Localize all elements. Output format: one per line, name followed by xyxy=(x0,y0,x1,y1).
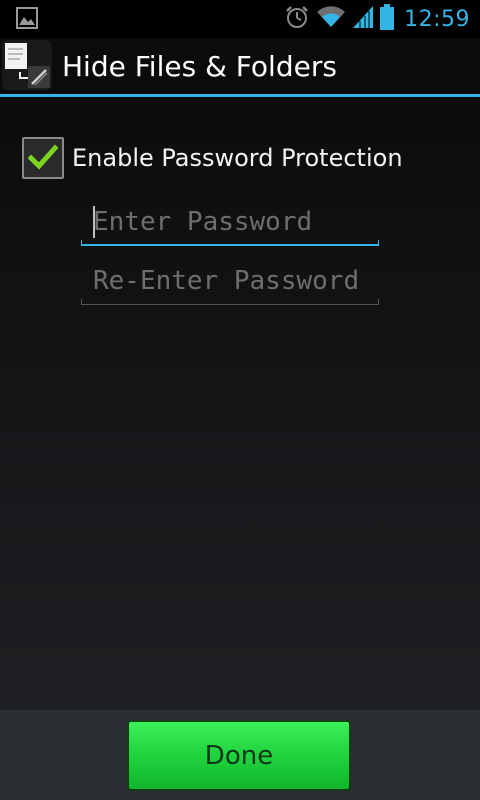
reenter-password-input[interactable] xyxy=(81,261,379,301)
alarm-icon xyxy=(284,4,310,34)
status-bar: 12:59 xyxy=(0,0,480,38)
status-time: 12:59 xyxy=(404,6,470,32)
password-underline xyxy=(81,244,379,246)
text-cursor xyxy=(93,206,95,238)
screen: 12:59 Hide Files & Folders Enable Passwo… xyxy=(0,0,480,800)
checkbox-label: Enable Password Protection xyxy=(72,144,403,172)
wifi-icon xyxy=(316,5,346,33)
action-bar-divider xyxy=(0,94,480,97)
checkmark-icon xyxy=(28,144,58,170)
app-icon[interactable] xyxy=(2,40,52,90)
app-title: Hide Files & Folders xyxy=(62,50,337,83)
battery-icon xyxy=(380,4,395,34)
password-field[interactable] xyxy=(81,202,379,246)
status-icons: 12:59 xyxy=(284,0,480,38)
reenter-password-field[interactable] xyxy=(81,261,379,305)
password-input[interactable] xyxy=(81,202,379,242)
action-bar: Hide Files & Folders xyxy=(0,38,480,94)
reenter-underline xyxy=(81,304,379,305)
bottom-bar: Done xyxy=(0,710,480,800)
signal-icon xyxy=(352,5,374,33)
checkbox[interactable] xyxy=(22,137,64,179)
done-button[interactable]: Done xyxy=(127,720,351,791)
gallery-icon xyxy=(16,7,38,29)
password-protection-toggle[interactable]: Enable Password Protection xyxy=(22,136,403,180)
